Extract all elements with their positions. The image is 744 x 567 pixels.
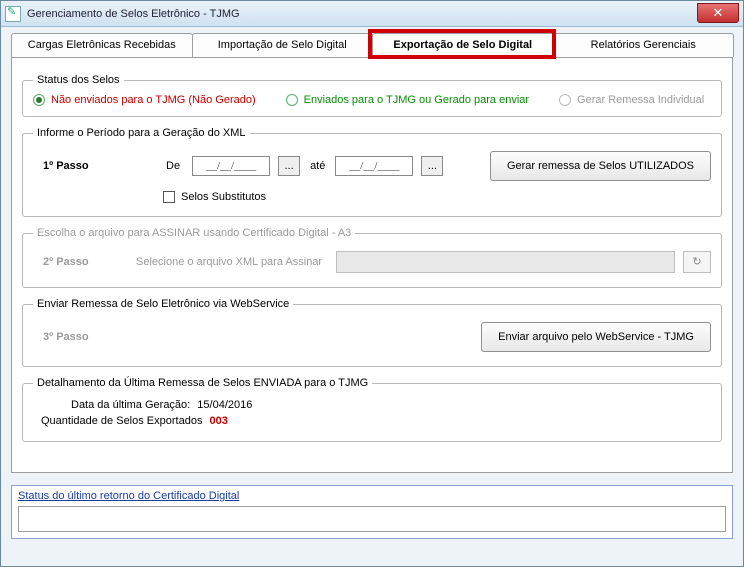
checkbox-label: Selos Substitutos — [181, 191, 266, 203]
status-retorno-field — [18, 506, 726, 532]
xml-file-field — [336, 251, 675, 273]
tab-relatorios[interactable]: Relatórios Gerenciais — [553, 33, 735, 57]
assinar-legend: Escolha o arquivo para ASSINAR usando Ce… — [33, 227, 355, 239]
enviar-webservice-button[interactable]: Enviar arquivo pelo WebService - TJMG — [481, 322, 711, 352]
tab-row: Cargas Eletrônicas Recebidas Importação … — [11, 33, 733, 57]
status-retorno-box: Status do último retorno do Certificado … — [11, 485, 733, 539]
date-from-input[interactable]: __/__/____ — [192, 156, 270, 176]
date-from-picker[interactable]: ... — [278, 156, 300, 176]
status-retorno-title: Status do último retorno do Certificado … — [18, 490, 726, 502]
detalhamento-legend: Detalhamento da Última Remessa de Selos … — [33, 377, 372, 389]
de-label: De — [166, 160, 180, 172]
titlebar: Gerenciamento de Selos Eletrônico - TJMG… — [1, 1, 743, 27]
group-enviar: Enviar Remessa de Selo Eletrônico via We… — [22, 298, 722, 367]
group-detalhamento: Detalhamento da Última Remessa de Selos … — [22, 377, 722, 442]
app-icon — [5, 6, 21, 22]
date-to-picker[interactable]: ... — [421, 156, 443, 176]
data-geracao-label: Data da última Geração: — [71, 399, 190, 411]
data-geracao-value: 15/04/2016 — [197, 399, 252, 411]
tab-importacao[interactable]: Importação de Selo Digital — [192, 33, 374, 57]
group-periodo: Informe o Período para a Geração do XML … — [22, 127, 722, 217]
browse-icon: ↻ — [683, 251, 711, 273]
group-assinar: Escolha o arquivo para ASSINAR usando Ce… — [22, 227, 722, 288]
step-1-label: 1º Passo — [33, 160, 128, 172]
assinar-prompt: Selecione o arquivo XML para Assinar — [136, 256, 322, 268]
radio-label-enviados: Enviados para o TJMG ou Gerado para envi… — [304, 94, 529, 106]
group-status-selos: Status dos Selos Não enviados para o TJM… — [22, 74, 722, 117]
radio-nao-enviados[interactable]: Não enviados para o TJMG (Não Gerado) — [33, 94, 256, 106]
radio-label-remessa: Gerar Remessa Individual — [577, 94, 704, 106]
radio-icon — [286, 94, 298, 106]
step-3-label: 3º Passo — [33, 331, 128, 343]
date-to-input[interactable]: __/__/____ — [335, 156, 413, 176]
checkbox-selos-substitutos[interactable]: Selos Substitutos — [163, 191, 266, 203]
step-2-label: 2º Passo — [33, 256, 128, 268]
gerar-remessa-button[interactable]: Gerar remessa de Selos UTILIZADOS — [490, 151, 711, 181]
radio-label-nao-enviados: Não enviados para o TJMG (Não Gerado) — [51, 94, 256, 106]
radio-icon — [33, 94, 45, 106]
tab-cargas[interactable]: Cargas Eletrônicas Recebidas — [11, 33, 193, 57]
ate-label: até — [310, 160, 325, 172]
qtd-exportados-value: 003 — [210, 415, 228, 427]
periodo-legend: Informe o Período para a Geração do XML — [33, 127, 250, 139]
radio-icon — [559, 94, 571, 106]
tab-panel: Status dos Selos Não enviados para o TJM… — [11, 57, 733, 473]
qtd-exportados-label: Quantidade de Selos Exportados — [41, 415, 202, 427]
status-selos-legend: Status dos Selos — [33, 74, 124, 86]
close-button[interactable]: ✕ — [697, 3, 739, 23]
window: Gerenciamento de Selos Eletrônico - TJMG… — [0, 0, 744, 567]
tab-exportacao[interactable]: Exportação de Selo Digital — [372, 33, 554, 57]
checkbox-icon — [163, 191, 175, 203]
radio-remessa-individual: Gerar Remessa Individual — [559, 94, 704, 106]
radio-enviados[interactable]: Enviados para o TJMG ou Gerado para envi… — [286, 94, 529, 106]
enviar-legend: Enviar Remessa de Selo Eletrônico via We… — [33, 298, 293, 310]
window-title: Gerenciamento de Selos Eletrônico - TJMG — [27, 8, 240, 20]
